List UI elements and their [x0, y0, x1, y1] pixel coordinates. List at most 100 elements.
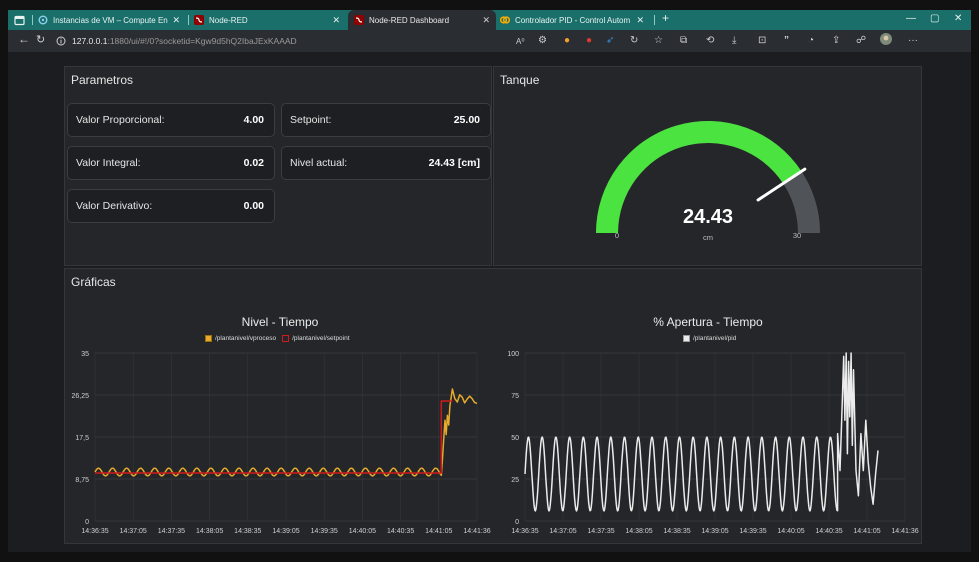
- x-tick-label: 14:39:35: [739, 528, 766, 535]
- panel-title: Parametros: [71, 73, 134, 87]
- legend-label: /plantanivel/setpoint: [292, 335, 350, 342]
- param-derivativo: Valor Derivativo: 0.00: [67, 189, 275, 223]
- param-label: Valor Derivativo:: [76, 200, 153, 212]
- tab-strip: Instancias de VM – Compute En ✕ Node-RED…: [8, 10, 971, 30]
- x-tick-label: 14:41:05: [853, 528, 880, 535]
- param-label: Valor Proporcional:: [76, 114, 165, 126]
- copilot-icon[interactable]: ☍: [856, 34, 866, 48]
- gauge-unit: cm: [703, 233, 713, 242]
- url-host: 127.0.0.1: [72, 36, 108, 46]
- graficas-panel: Gráficas Nivel - Tiempo /plantanivel/vpr…: [64, 268, 922, 544]
- browser-window: Instancias de VM – Compute En ✕ Node-RED…: [8, 10, 971, 552]
- param-label: Valor Integral:: [76, 157, 141, 169]
- y-tick-label: 100: [507, 351, 519, 358]
- param-proporcional: Valor Proporcional: 4.00: [67, 103, 275, 137]
- y-tick-label: 8,75: [75, 477, 89, 484]
- tanque-panel: Tanque 24.43 cm 0 30: [493, 66, 922, 266]
- tab-label: Node-RED Dashboard: [369, 15, 450, 25]
- legend-swatch: [282, 335, 290, 342]
- site-info-icon[interactable]: [56, 36, 66, 46]
- legend-swatch: [205, 335, 212, 342]
- tab-controlador-pid[interactable]: Controlador PID - Control Autom ✕: [500, 10, 650, 30]
- y-tick-label: 35: [81, 351, 89, 358]
- tank-level-gauge: 24.43 cm 0 30: [596, 120, 820, 242]
- refresh-icon[interactable]: ↻: [36, 33, 45, 47]
- x-tick-label: 14:41:36: [891, 528, 918, 535]
- node-red-icon: [354, 15, 364, 25]
- legend-swatch: [683, 335, 690, 342]
- minimize-button[interactable]: —: [906, 13, 916, 24]
- close-tab-icon[interactable]: ✕: [332, 15, 340, 26]
- panel-title: Gráficas: [71, 275, 116, 289]
- x-tick-label: 14:36:35: [511, 528, 538, 535]
- x-tick-label: 14:40:35: [387, 528, 414, 535]
- favorite-icon[interactable]: ☆: [654, 34, 663, 48]
- close-window-button[interactable]: ✕: [954, 13, 962, 24]
- x-tick-label: 14:36:35: [81, 528, 108, 535]
- param-value: 24.43 [cm]: [428, 157, 480, 169]
- dashboard: Parametros Valor Proporcional: 4.00 Valo…: [8, 52, 971, 552]
- x-tick-label: 14:39:35: [311, 528, 338, 535]
- param-label: Nivel actual:: [290, 157, 348, 169]
- x-tick-label: 14:37:05: [549, 528, 576, 535]
- collections-icon[interactable]: ⧉: [680, 34, 687, 48]
- legend-label: /plantanivel/pid: [693, 335, 737, 342]
- node-red-icon: [194, 15, 204, 25]
- chart-legend: /plantanivel/vproceso /plantanivel/setpo…: [205, 335, 350, 342]
- tab-vm-instances[interactable]: Instancias de VM – Compute En ✕: [38, 10, 186, 30]
- close-tab-icon[interactable]: ✕: [482, 15, 490, 26]
- screenshot-icon[interactable]: ⊡: [758, 34, 766, 48]
- browser-essentials-icon[interactable]: ◔: [808, 34, 814, 48]
- more-menu-icon[interactable]: ···: [908, 34, 918, 48]
- close-tab-icon[interactable]: ✕: [172, 15, 180, 26]
- url-field[interactable]: 127.0.0.1:1880/ui/#!/0?socketid=Kgw9d5hQ…: [56, 33, 556, 49]
- extension-icon[interactable]: ●: [564, 34, 570, 48]
- gcp-icon: [38, 15, 48, 25]
- y-tick-label: 50: [511, 435, 519, 442]
- parametros-panel: Parametros Valor Proporcional: 4.00 Valo…: [64, 66, 492, 266]
- x-tick-label: 14:37:05: [120, 528, 147, 535]
- x-tick-label: 14:40:05: [777, 528, 804, 535]
- new-tab-button[interactable]: +: [662, 11, 669, 25]
- read-aloud-icon[interactable]: A⁰: [516, 35, 525, 49]
- extensions-icon[interactable]: ⚙: [538, 34, 547, 48]
- x-tick-label: 14:41:36: [463, 528, 490, 535]
- tab-node-red[interactable]: Node-RED ✕: [194, 10, 346, 30]
- close-tab-icon[interactable]: ✕: [636, 15, 644, 26]
- chart-title: Nivel - Tiempo: [241, 315, 319, 329]
- x-tick-label: 14:37:35: [158, 528, 185, 535]
- url-path: :1880/ui/#!/0?socketid=Kgw9d5hQ2IbaJExKA…: [107, 36, 297, 46]
- back-icon[interactable]: ←: [18, 32, 30, 46]
- y-tick-label: 25: [511, 477, 519, 484]
- profile-avatar[interactable]: [880, 33, 892, 50]
- param-label: Setpoint:: [290, 114, 332, 126]
- series-line: [524, 352, 879, 512]
- x-tick-label: 14:40:05: [349, 528, 376, 535]
- history-icon[interactable]: ⟲: [706, 34, 714, 48]
- legend-label: /plantanivel/vproceso: [215, 335, 277, 342]
- extension-icon[interactable]: ➶: [606, 34, 614, 48]
- param-integral: Valor Integral: 0.02: [67, 146, 275, 180]
- param-value: 0.00: [243, 200, 264, 212]
- tab-node-red-dashboard[interactable]: Node-RED Dashboard ✕: [348, 10, 496, 30]
- x-tick-label: 14:38:05: [625, 528, 652, 535]
- maximize-button[interactable]: ▢: [930, 13, 939, 24]
- gauge-min-label: 0: [615, 231, 619, 240]
- chart-legend: /plantanivel/pid: [683, 335, 736, 342]
- nivel-tiempo-chart: 0 8,75 17,5 26,25 35 14:36:35 14:37:05 14:37:35…: [71, 351, 490, 535]
- y-tick-label: 75: [511, 393, 519, 400]
- x-tick-label: 14:38:35: [234, 528, 261, 535]
- colab-icon: [500, 16, 510, 24]
- y-tick-label: 17,5: [75, 435, 89, 442]
- download-icon[interactable]: ⤓: [732, 34, 736, 48]
- share-icon[interactable]: ⇪: [832, 34, 840, 48]
- quote-icon[interactable]: ”: [784, 34, 789, 48]
- y-tick-label: 26,25: [71, 393, 89, 400]
- x-tick-label: 14:39:05: [701, 528, 728, 535]
- tab-label: Controlador PID - Control Autom: [515, 15, 631, 25]
- workspaces-icon[interactable]: [14, 10, 28, 30]
- extension-icon[interactable]: ●: [586, 34, 592, 48]
- refresh-page-icon[interactable]: ↻: [630, 34, 638, 48]
- x-tick-label: 14:41:05: [425, 528, 452, 535]
- x-tick-label: 14:38:35: [663, 528, 690, 535]
